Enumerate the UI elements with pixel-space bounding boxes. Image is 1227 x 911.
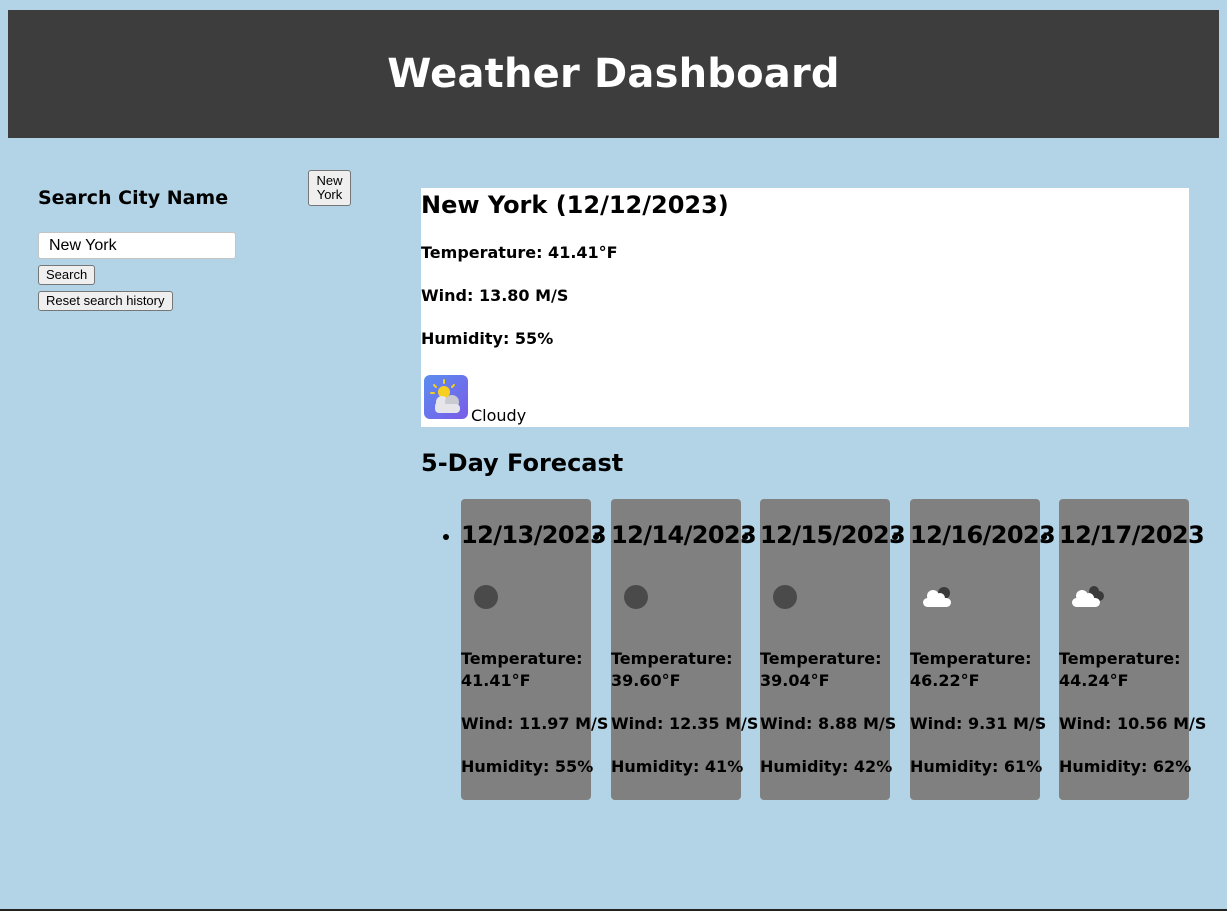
dark-circle-icon bbox=[624, 585, 648, 609]
forecast-temperature: Temperature: 39.60°F bbox=[611, 649, 733, 690]
forecast-wind: Wind: 8.88 M/S bbox=[760, 714, 897, 733]
forecast-humidity: Humidity: 62% bbox=[1059, 757, 1192, 776]
cloud-icon bbox=[923, 587, 951, 607]
city-search-input[interactable] bbox=[38, 232, 236, 259]
forecast-date: 12/16/2023 bbox=[910, 521, 1056, 549]
dark-circle-icon bbox=[773, 585, 797, 609]
forecast-humidity: Humidity: 61% bbox=[910, 757, 1043, 776]
current-wind: Wind: 13.80 M/S bbox=[421, 286, 569, 305]
search-title: Search City Name bbox=[38, 187, 229, 209]
forecast-humidity: Humidity: 41% bbox=[611, 757, 744, 776]
forecast-temperature: Temperature: 39.04°F bbox=[760, 649, 882, 690]
forecast-title: 5-Day Forecast bbox=[421, 449, 624, 477]
forecast-temperature: Temperature: 46.22°F bbox=[910, 649, 1032, 690]
forecast-wind: Wind: 10.56 M/S bbox=[1059, 714, 1207, 733]
forecast-humidity: Humidity: 55% bbox=[461, 757, 594, 776]
forecast-date: 12/15/2023 bbox=[760, 521, 906, 549]
forecast-wind: Wind: 12.35 M/S bbox=[611, 714, 759, 733]
list-bullet bbox=[443, 534, 449, 540]
dark-circle-icon bbox=[474, 585, 498, 609]
search-button[interactable]: Search bbox=[38, 265, 96, 285]
forecast-temperature: Temperature: 44.24°F bbox=[1059, 649, 1181, 690]
list-bullet bbox=[1041, 534, 1047, 540]
forecast-wind: Wind: 11.97 M/S bbox=[461, 714, 609, 733]
current-weather-panel: New York (12/12/2023) Temperature: 41.41… bbox=[421, 188, 1189, 427]
forecast-date: 12/14/2023 bbox=[611, 521, 757, 549]
forecast-card: 12/13/2023 Temperature: 41.41°F Wind: 11.… bbox=[461, 499, 608, 800]
cloud-icon bbox=[1072, 586, 1104, 607]
list-bullet bbox=[892, 534, 898, 540]
forecast-card: 12/17/2023 Temperature: 44.24°F Wind: 10.… bbox=[1059, 499, 1206, 800]
current-temperature: Temperature: 41.41°F bbox=[421, 243, 618, 262]
page-title: Weather Dashboard bbox=[387, 51, 840, 97]
forecast-humidity: Humidity: 42% bbox=[760, 757, 893, 776]
forecast-wind: Wind: 9.31 M/S bbox=[910, 714, 1047, 733]
list-bullet bbox=[593, 534, 599, 540]
forecast-date: 12/17/2023 bbox=[1059, 521, 1205, 549]
reset-history-button[interactable]: Reset search history bbox=[38, 291, 173, 311]
history-button-new-york[interactable]: New York bbox=[308, 170, 351, 206]
current-city-heading: New York (12/12/2023) bbox=[421, 191, 729, 219]
forecast-card: 12/15/2023 Temperature: 39.04°F Wind: 8.8… bbox=[760, 499, 906, 800]
partly-cloudy-icon bbox=[424, 375, 468, 419]
list-bullet bbox=[742, 534, 748, 540]
header-bar: Weather Dashboard bbox=[8, 10, 1219, 138]
forecast-temperature: Temperature: 41.41°F bbox=[461, 649, 583, 690]
forecast-card: 12/16/2023 Temperature: 46.22°F Wind: 9.3… bbox=[910, 499, 1056, 800]
forecast-card: 12/14/2023 Temperature: 39.60°F Wind: 12.… bbox=[611, 499, 758, 800]
current-description: Cloudy bbox=[471, 406, 527, 425]
current-humidity: Humidity: 55% bbox=[421, 329, 554, 348]
forecast-date: 12/13/2023 bbox=[461, 521, 607, 549]
